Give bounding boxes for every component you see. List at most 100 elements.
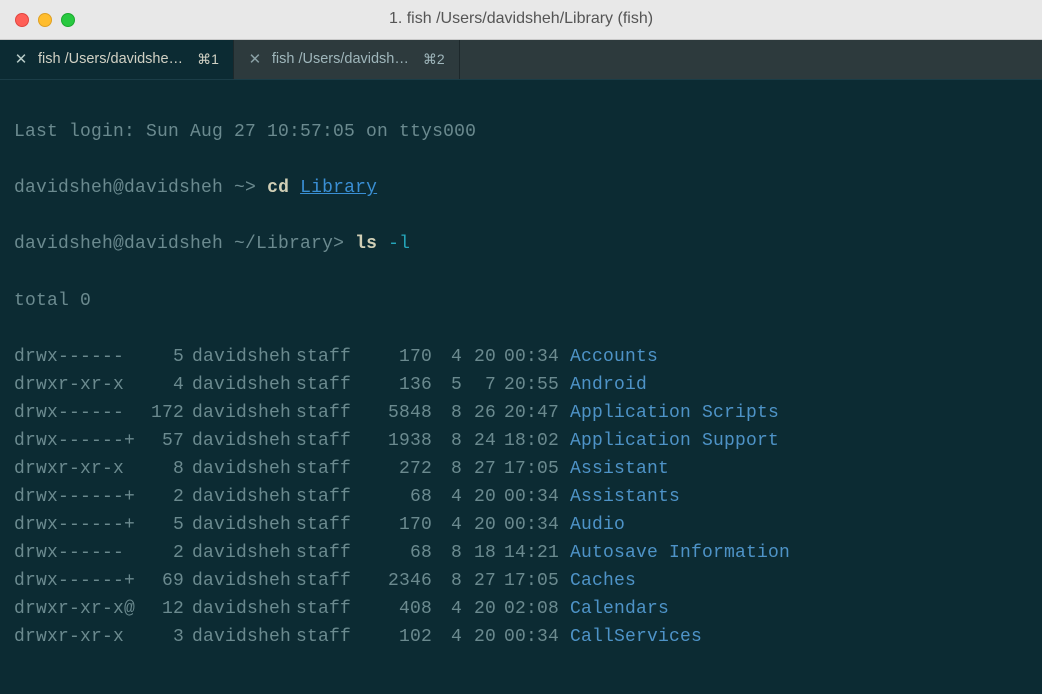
- ls-m: 5: [432, 371, 462, 399]
- ls-group: staff: [296, 343, 372, 371]
- ls-group: staff: [296, 399, 372, 427]
- ls-name: Autosave Information: [562, 539, 1028, 567]
- ls-d: 27: [462, 567, 496, 595]
- prompt-path: ~/Library>: [223, 234, 355, 254]
- ls-name: Accounts: [562, 343, 1028, 371]
- ls-user: davidsheh: [184, 539, 296, 567]
- tab-label: fish /Users/davidsh…: [272, 48, 409, 71]
- ls-m: 4: [432, 343, 462, 371]
- ls-name: Application Support: [562, 427, 1028, 455]
- ls-user: davidsheh: [184, 371, 296, 399]
- tab-1[interactable]: ✕ fish /Users/davidshe… ⌘1: [0, 40, 234, 79]
- traffic-lights: [15, 13, 75, 27]
- ls-user: davidsheh: [184, 595, 296, 623]
- ls-d: 7: [462, 371, 496, 399]
- ls-links: 8: [140, 455, 184, 483]
- listing-row: drwx------+5davidshehstaff17042000:34Aud…: [14, 511, 1028, 539]
- ls-d: 27: [462, 455, 496, 483]
- ls-m: 8: [432, 455, 462, 483]
- ls-d: 24: [462, 427, 496, 455]
- minimize-icon[interactable]: [38, 13, 52, 27]
- ls-size: 170: [372, 511, 432, 539]
- prompt-userhost: davidsheh@davidsheh: [14, 234, 223, 254]
- listing-row: drwx------+69davidshehstaff234682717:05C…: [14, 567, 1028, 595]
- ls-d: 26: [462, 399, 496, 427]
- prompt-line-1: davidsheh@davidsheh ~> cd Library: [14, 174, 1028, 202]
- prompt-line-2: davidsheh@davidsheh ~/Library> ls -l: [14, 230, 1028, 258]
- terminal-output[interactable]: Last login: Sun Aug 27 10:57:05 on ttys0…: [0, 80, 1042, 694]
- ls-time: 20:55: [496, 371, 562, 399]
- tab-shortcut: ⌘1: [197, 49, 219, 71]
- ls-name: Android: [562, 371, 1028, 399]
- ls-name: Calendars: [562, 595, 1028, 623]
- close-icon[interactable]: ✕: [248, 48, 262, 71]
- ls-links: 2: [140, 483, 184, 511]
- ls-group: staff: [296, 595, 372, 623]
- ls-d: 20: [462, 623, 496, 651]
- ls-size: 170: [372, 343, 432, 371]
- close-icon[interactable]: ✕: [14, 48, 28, 71]
- ls-user: davidsheh: [184, 511, 296, 539]
- ls-links: 4: [140, 371, 184, 399]
- listing-row: drwxr-xr-x3davidshehstaff10242000:34Call…: [14, 623, 1028, 651]
- ls-links: 57: [140, 427, 184, 455]
- ls-perm: drwx------+: [14, 483, 140, 511]
- tab-2[interactable]: ✕ fish /Users/davidsh… ⌘2: [234, 40, 460, 79]
- ls-size: 68: [372, 483, 432, 511]
- ls-user: davidsheh: [184, 567, 296, 595]
- total-line: total 0: [14, 287, 1028, 315]
- ls-size: 1938: [372, 427, 432, 455]
- close-icon[interactable]: [15, 13, 29, 27]
- ls-m: 8: [432, 567, 462, 595]
- ls-group: staff: [296, 511, 372, 539]
- directory-listing: drwx------5davidshehstaff17042000:34Acco…: [14, 343, 1028, 652]
- ls-user: davidsheh: [184, 455, 296, 483]
- ls-links: 2: [140, 539, 184, 567]
- ls-links: 12: [140, 595, 184, 623]
- ls-group: staff: [296, 427, 372, 455]
- ls-time: 02:08: [496, 595, 562, 623]
- ls-m: 8: [432, 539, 462, 567]
- ls-user: davidsheh: [184, 483, 296, 511]
- ls-group: staff: [296, 539, 372, 567]
- ls-links: 172: [140, 399, 184, 427]
- ls-user: davidsheh: [184, 343, 296, 371]
- ls-perm: drwx------: [14, 539, 140, 567]
- prompt-userhost: davidsheh@davidsheh: [14, 178, 223, 198]
- listing-row: drwx------172davidshehstaff584882620:47A…: [14, 399, 1028, 427]
- ls-time: 17:05: [496, 455, 562, 483]
- command-cd-arg: Library: [300, 178, 377, 198]
- ls-group: staff: [296, 483, 372, 511]
- ls-group: staff: [296, 567, 372, 595]
- ls-d: 18: [462, 539, 496, 567]
- ls-time: 18:02: [496, 427, 562, 455]
- ls-d: 20: [462, 343, 496, 371]
- ls-user: davidsheh: [184, 427, 296, 455]
- ls-name: Caches: [562, 567, 1028, 595]
- ls-time: 20:47: [496, 399, 562, 427]
- ls-d: 20: [462, 483, 496, 511]
- listing-row: drwx------+57davidshehstaff193882418:02A…: [14, 427, 1028, 455]
- listing-row: drwxr-xr-x4davidshehstaff1365720:55Andro…: [14, 371, 1028, 399]
- ls-size: 408: [372, 595, 432, 623]
- ls-perm: drwx------: [14, 343, 140, 371]
- ls-perm: drwx------+: [14, 567, 140, 595]
- ls-m: 4: [432, 595, 462, 623]
- command-ls-arg: -l: [388, 234, 410, 254]
- ls-user: davidsheh: [184, 623, 296, 651]
- ls-d: 20: [462, 595, 496, 623]
- ls-time: 00:34: [496, 483, 562, 511]
- ls-perm: drwx------: [14, 399, 140, 427]
- ls-links: 3: [140, 623, 184, 651]
- ls-size: 5848: [372, 399, 432, 427]
- ls-time: 00:34: [496, 511, 562, 539]
- ls-links: 69: [140, 567, 184, 595]
- ls-group: staff: [296, 623, 372, 651]
- command-ls: ls: [355, 234, 388, 254]
- ls-links: 5: [140, 343, 184, 371]
- ls-size: 272: [372, 455, 432, 483]
- listing-row: drwx------2davidshehstaff6881814:21Autos…: [14, 539, 1028, 567]
- listing-row: drwxr-xr-x8davidshehstaff27282717:05Assi…: [14, 455, 1028, 483]
- ls-name: CallServices: [562, 623, 1028, 651]
- zoom-icon[interactable]: [61, 13, 75, 27]
